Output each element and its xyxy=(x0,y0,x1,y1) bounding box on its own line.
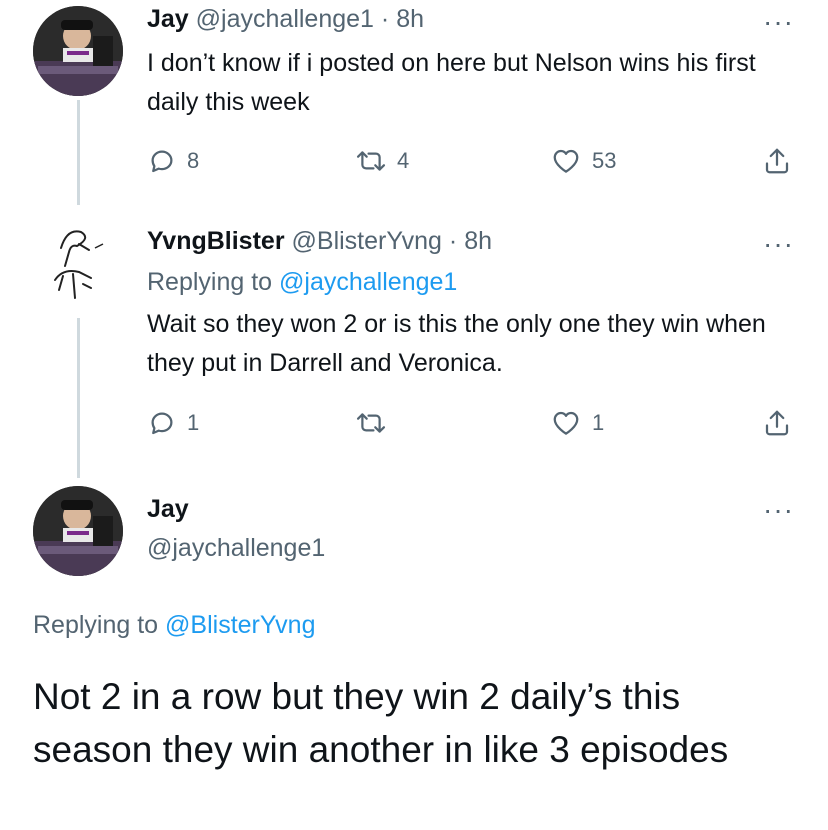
retweet-button[interactable] xyxy=(355,408,387,438)
retweet-button[interactable]: 4 xyxy=(355,146,409,176)
author-handle[interactable]: @BlisterYvng xyxy=(292,227,442,255)
avatar-image xyxy=(33,486,123,576)
retweet-count: 4 xyxy=(397,148,410,173)
reply-icon xyxy=(151,150,173,173)
author-name[interactable]: YvngBlister xyxy=(147,227,285,255)
share-button[interactable] xyxy=(762,408,792,438)
reply-button[interactable]: 1 xyxy=(147,408,199,438)
author-handle[interactable]: @jaychallenge1 xyxy=(196,5,374,33)
tweet-header: Jay @jaychallenge1 · 8h xyxy=(147,4,424,34)
share-icon xyxy=(765,410,789,436)
thread-line xyxy=(77,318,80,478)
heart-icon xyxy=(553,411,579,435)
more-options-icon[interactable]: ··· xyxy=(763,496,794,524)
reply-count: 8 xyxy=(187,148,200,173)
avatar-image xyxy=(33,218,123,308)
replying-to-label: Replying to xyxy=(33,611,159,639)
author-name[interactable]: Jay xyxy=(147,5,189,33)
retweet-icon xyxy=(356,413,386,433)
like-count: 53 xyxy=(592,148,617,173)
like-button[interactable]: 53 xyxy=(550,146,616,176)
avatar-image xyxy=(33,6,123,96)
author-handle[interactable]: @jaychallenge1 xyxy=(147,533,325,563)
avatar[interactable] xyxy=(33,6,123,96)
tweet-text: Not 2 in a row but they win 2 daily’s th… xyxy=(33,676,729,770)
timestamp[interactable]: 8h xyxy=(464,227,492,255)
avatar[interactable] xyxy=(33,218,123,308)
separator: · xyxy=(380,5,390,33)
replying-to-handle[interactable]: @jaychallenge1 xyxy=(279,268,457,296)
tweet-header: YvngBlister @BlisterYvng · 8h xyxy=(147,226,492,256)
reply-button[interactable]: 8 xyxy=(147,146,199,176)
avatar[interactable] xyxy=(33,486,123,576)
author-name[interactable]: Jay xyxy=(147,494,189,524)
separator: · xyxy=(448,227,458,255)
reply-count: 1 xyxy=(187,410,200,435)
timestamp[interactable]: 8h xyxy=(396,5,424,33)
replying-to: Replying to @BlisterYvng xyxy=(33,610,315,640)
tweet-text: Wait so they won 2 or is this the only o… xyxy=(147,310,766,377)
like-count: 1 xyxy=(592,410,605,435)
thread-line xyxy=(77,100,80,205)
more-options-icon[interactable]: ··· xyxy=(763,230,794,258)
share-button[interactable] xyxy=(762,146,792,176)
replying-to-handle[interactable]: @BlisterYvng xyxy=(165,611,315,639)
replying-to: Replying to @jaychallenge1 xyxy=(147,267,457,297)
share-icon xyxy=(765,148,789,174)
retweet-icon xyxy=(356,151,386,171)
like-button[interactable]: 1 xyxy=(550,408,604,438)
reply-icon xyxy=(151,412,173,435)
more-options-icon[interactable]: ··· xyxy=(763,8,794,36)
heart-icon xyxy=(553,149,579,173)
replying-to-label: Replying to xyxy=(147,268,273,296)
tweet-text: I don’t know if i posted on here but Nel… xyxy=(147,49,756,116)
